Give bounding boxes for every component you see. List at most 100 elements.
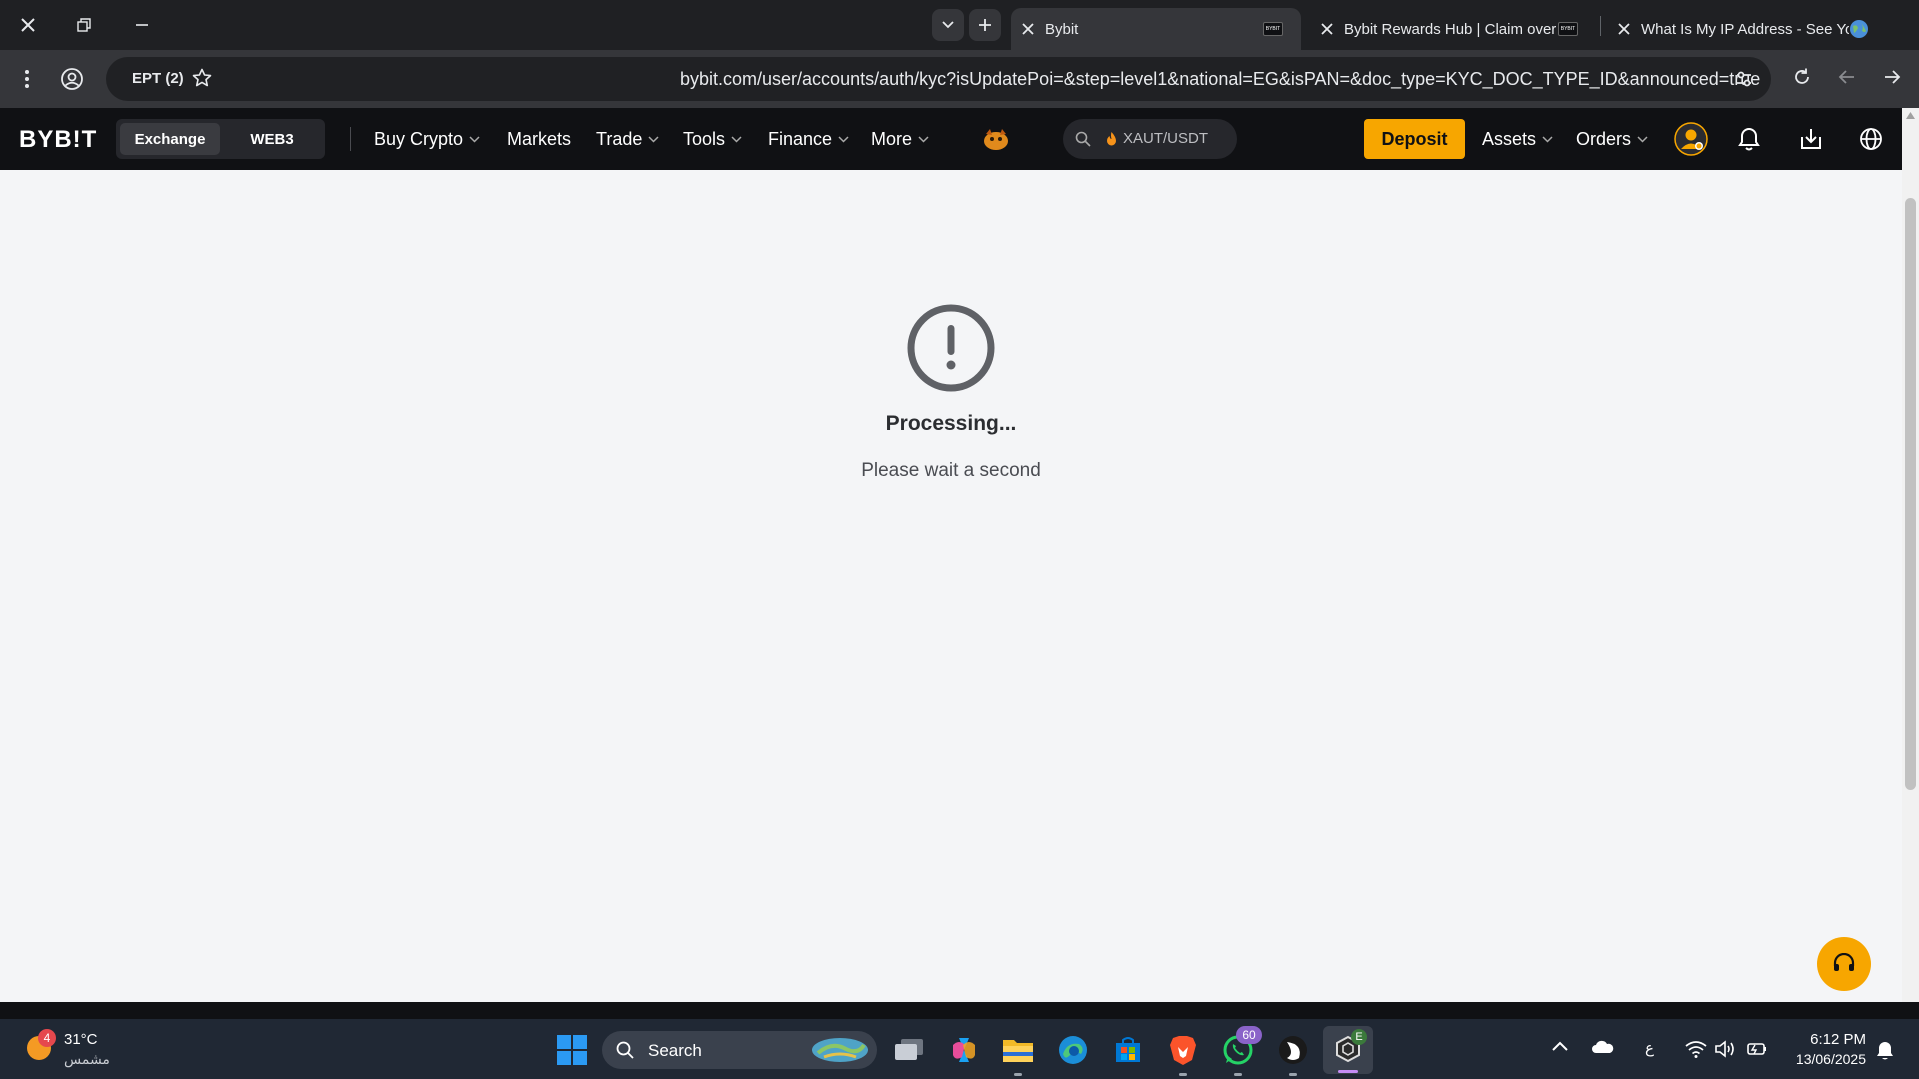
deposit-button[interactable]: Deposit — [1364, 119, 1465, 159]
tune-icon — [1737, 71, 1751, 87]
whatsapp-badge: 60 — [1236, 1026, 1262, 1044]
nav-trade[interactable]: Trade — [596, 108, 659, 170]
wifi-button[interactable] — [1685, 1040, 1707, 1058]
orders-label: Orders — [1576, 128, 1632, 149]
notification-center-button[interactable] — [1876, 1041, 1894, 1061]
whatsapp-button[interactable]: 60 — [1218, 1026, 1262, 1076]
input-language[interactable]: ع — [1645, 1039, 1654, 1057]
weather-badge: 4 — [38, 1029, 56, 1047]
tab-close-button[interactable] — [1310, 23, 1344, 35]
logo-text: BYB!T — [19, 126, 98, 153]
file-explorer-button[interactable] — [998, 1030, 1038, 1076]
vertical-dots-icon — [25, 70, 29, 88]
arrow-left-icon — [1838, 70, 1854, 84]
search-box[interactable]: XAUT/USDT — [1063, 119, 1237, 159]
edge-icon — [1059, 1036, 1087, 1064]
tab-what-is-my-ip[interactable]: What Is My IP Address - See Yo — [1607, 8, 1897, 50]
customer-support-button[interactable] — [1817, 937, 1871, 991]
search-pair-text: XAUT/USDT — [1123, 130, 1209, 147]
profile-button[interactable] — [60, 67, 84, 91]
tab-bybit-rewards[interactable]: Bybit Rewards Hub | Claim over BYBIT — [1310, 8, 1600, 50]
page-scrollbar[interactable] — [1902, 108, 1919, 1020]
chevron-down-icon — [469, 135, 480, 143]
nav-more[interactable]: More — [871, 108, 929, 170]
onedrive-button[interactable] — [1591, 1040, 1615, 1054]
clock-time[interactable]: 6:12 PM — [1794, 1031, 1866, 1048]
new-tab-button[interactable] — [969, 9, 1001, 41]
browser-menu-button[interactable] — [18, 66, 36, 92]
tab-close-button[interactable] — [1011, 23, 1045, 35]
url-text[interactable]: bybit.com/user/accounts/auth/kyc?isUpdat… — [680, 69, 1760, 90]
bookmark-star-button[interactable] — [192, 68, 212, 88]
workspace-label[interactable]: EPT (2) — [132, 70, 184, 87]
brave-button[interactable] — [1163, 1030, 1203, 1076]
search-icon — [616, 1041, 634, 1059]
task-view-button[interactable] — [889, 1030, 929, 1070]
header-divider — [350, 127, 351, 151]
language-button[interactable] — [1859, 127, 1883, 151]
site-settings-button[interactable] — [1734, 69, 1754, 89]
download-app-button[interactable] — [1799, 127, 1823, 151]
url-box[interactable]: EPT (2) bybit.com/user/accounts/auth/kyc… — [106, 57, 1771, 101]
scrollbar-thumb[interactable] — [1905, 198, 1916, 790]
show-hidden-icons-button[interactable] — [1552, 1041, 1568, 1051]
download-icon — [1801, 129, 1821, 149]
minimize-window-button[interactable] — [114, 0, 170, 50]
restore-window-button[interactable] — [56, 0, 112, 50]
wifi-icon — [1685, 1041, 1707, 1058]
nav-label: Markets — [507, 128, 572, 149]
bybit-logo[interactable]: BYB!T — [19, 126, 97, 154]
active-indicator — [1338, 1070, 1358, 1073]
chevron-down-icon — [1542, 135, 1553, 143]
battery-button[interactable] — [1745, 1040, 1767, 1058]
back-button[interactable] — [1837, 67, 1857, 87]
close-icon — [21, 18, 35, 32]
tab-search-button[interactable] — [932, 9, 964, 41]
weather-widget[interactable]: 4 — [24, 1029, 56, 1061]
promo-mascot-button[interactable] — [981, 126, 1011, 152]
nav-label: Finance — [768, 128, 833, 149]
app-crescent-button[interactable] — [1273, 1030, 1313, 1076]
microsoft-store-button[interactable] — [1108, 1030, 1148, 1070]
clock-date[interactable]: 13/06/2025 — [1782, 1051, 1866, 1067]
fire-icon — [1107, 132, 1116, 146]
nav-markets[interactable]: Markets — [507, 108, 571, 170]
exclamation-circle-icon — [906, 303, 996, 393]
assets-menu[interactable]: Assets — [1482, 108, 1553, 170]
taskbar-search-label: Search — [648, 1041, 702, 1060]
copilot-button[interactable] — [944, 1030, 984, 1070]
kyc-processing-page: Processing... Please wait a second — [0, 170, 1902, 1002]
store-icon — [1116, 1037, 1140, 1062]
weather-desc: مشمس — [64, 1051, 110, 1067]
exchange-toggle[interactable]: Exchange — [120, 123, 220, 155]
active-app-button[interactable]: E — [1323, 1026, 1373, 1074]
notifications-button[interactable] — [1738, 127, 1760, 151]
orders-menu[interactable]: Orders — [1576, 108, 1648, 170]
processing-subtitle: Please wait a second — [861, 460, 1041, 481]
forward-button[interactable] — [1882, 67, 1902, 87]
start-button[interactable] — [556, 1034, 588, 1066]
windows-logo-icon — [557, 1035, 587, 1065]
nav-buy-crypto[interactable]: Buy Crypto — [374, 108, 480, 170]
nav-finance[interactable]: Finance — [768, 108, 849, 170]
exchange-label: Exchange — [134, 130, 206, 148]
scroll-up-icon[interactable] — [1906, 112, 1915, 119]
web3-toggle[interactable]: WEB3 — [224, 123, 320, 155]
bybit-favicon: BYBIT — [1558, 22, 1578, 36]
taskbar-search[interactable]: Search — [602, 1031, 877, 1069]
running-indicator — [1289, 1073, 1297, 1076]
user-avatar[interactable] — [1674, 122, 1708, 156]
reload-icon — [1795, 68, 1809, 84]
folder-icon — [1003, 1040, 1033, 1062]
running-indicator — [1234, 1073, 1242, 1076]
volume-button[interactable] — [1715, 1040, 1737, 1058]
tab-bybit[interactable]: Bybit BYBIT — [1011, 8, 1301, 50]
tab-close-button[interactable] — [1607, 23, 1641, 35]
nav-tools[interactable]: Tools — [683, 108, 742, 170]
chevron-down-icon — [838, 135, 849, 143]
close-window-button[interactable] — [0, 0, 56, 50]
reload-button[interactable] — [1792, 67, 1812, 87]
edge-button[interactable] — [1053, 1030, 1093, 1070]
mascot-icon — [984, 129, 1008, 150]
close-icon — [1321, 23, 1333, 35]
